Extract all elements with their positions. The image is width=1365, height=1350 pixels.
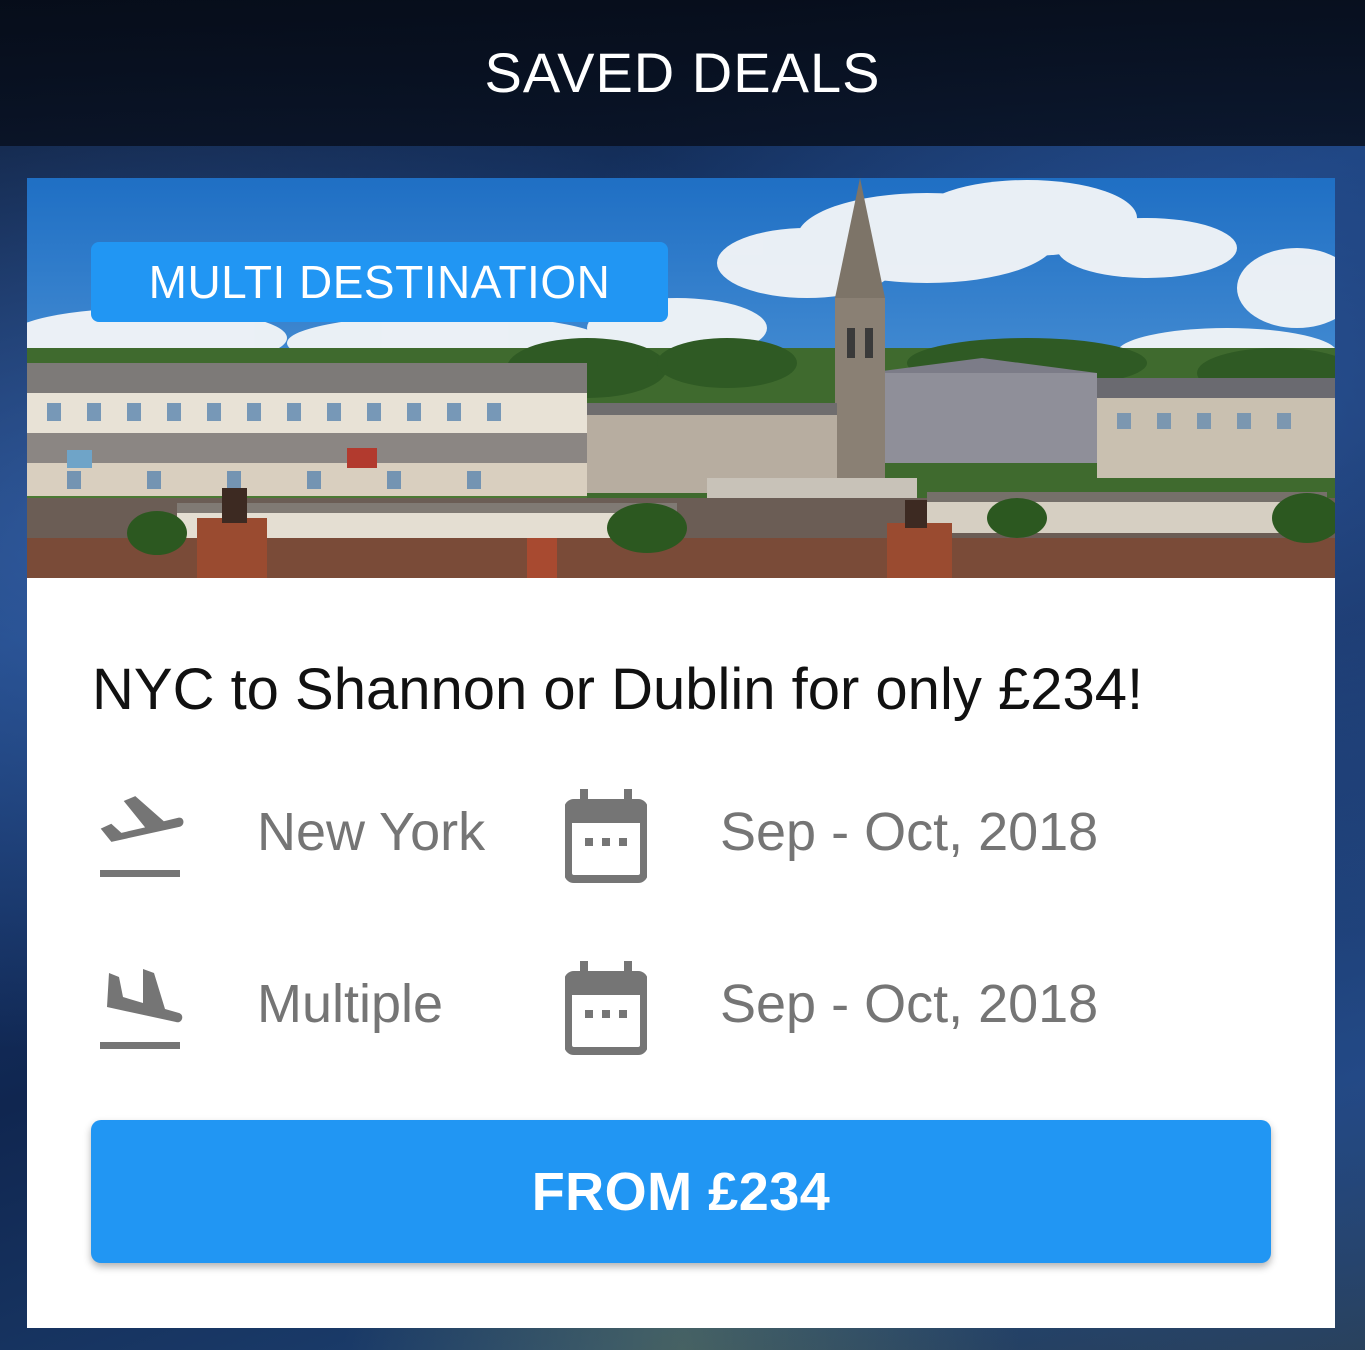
flight-takeoff-icon [97,783,187,883]
arrival-city: Multiple [257,974,444,1034]
deal-hero-image: MULTI DESTINATION [27,178,1335,578]
departure-city: New York [257,802,486,862]
deal-card[interactable]: MULTI DESTINATION NYC to Shannon or Dubl… [27,178,1335,1328]
deal-title: NYC to Shannon or Dublin for only £234! [92,657,1144,722]
arrival-dates: Sep - Oct, 2018 [720,974,1099,1034]
departure-row: New York Sep - Oct, 2018 [27,783,1335,883]
app-header: SAVED DEALS [0,0,1365,146]
flight-land-icon [97,955,187,1055]
from-price-button[interactable]: FROM £234 [91,1120,1271,1263]
arrival-row: Multiple Sep - Oct, 2018 [27,955,1335,1055]
calendar-icon [564,955,648,1055]
calendar-icon [564,783,648,883]
departure-dates: Sep - Oct, 2018 [720,802,1099,862]
multi-destination-badge: MULTI DESTINATION [91,242,668,322]
page-title: SAVED DEALS [484,40,881,104]
